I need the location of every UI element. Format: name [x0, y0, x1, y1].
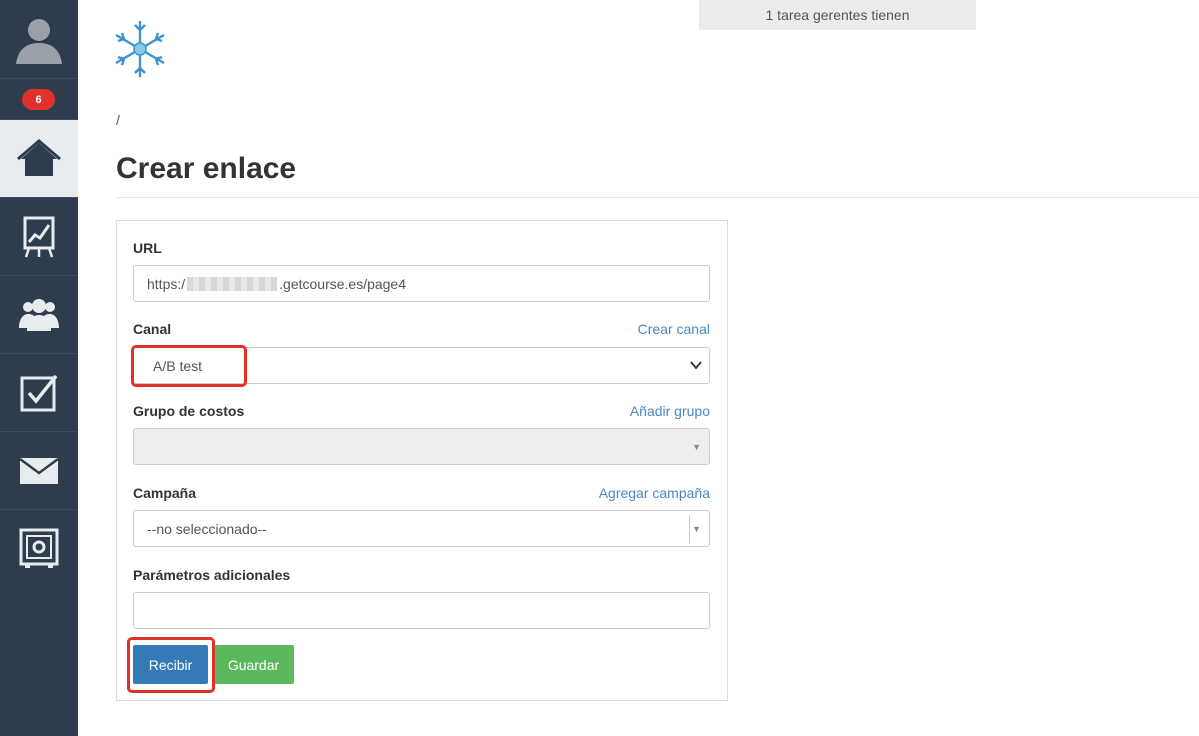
- checkbox-icon: [20, 374, 58, 411]
- breadcrumb[interactable]: /: [116, 112, 120, 128]
- home-icon: [17, 138, 61, 176]
- chart-board-icon: [23, 216, 55, 257]
- notifications[interactable]: 6: [0, 78, 78, 119]
- user-silhouette-icon: [16, 19, 62, 64]
- nav-users[interactable]: [0, 275, 78, 353]
- url-label: URL: [133, 240, 162, 256]
- caret-down-icon: ▼: [692, 523, 701, 534]
- nav-home[interactable]: [0, 119, 78, 197]
- crear-canal-link[interactable]: Crear canal: [638, 321, 710, 337]
- nav-messages[interactable]: [0, 431, 78, 509]
- mail-icon: [19, 457, 59, 484]
- url-prefix: https:/: [147, 275, 186, 292]
- snowflake-icon: [115, 21, 165, 77]
- safe-settings-icon: [19, 528, 59, 568]
- params-label: Parámetros adicionales: [133, 567, 291, 583]
- canal-highlight-box: [131, 345, 247, 387]
- caret-down-icon: ▼: [692, 441, 701, 452]
- snowflake-logo[interactable]: [112, 18, 168, 80]
- redacted-domain: [187, 276, 278, 291]
- campana-select[interactable]: --no seleccionado-- ▼: [133, 510, 710, 547]
- campana-label: Campaña: [133, 485, 197, 501]
- campana-selected-value: --no seleccionado--: [147, 520, 267, 537]
- guardar-button[interactable]: Guardar: [213, 645, 294, 684]
- url-input[interactable]: https:/ .getcourse.es/page4: [133, 265, 710, 302]
- grupo-select[interactable]: ▼: [133, 428, 710, 465]
- sidebar: 6: [0, 0, 78, 736]
- nav-tasks[interactable]: [0, 353, 78, 431]
- anadir-grupo-link[interactable]: Añadir grupo: [630, 403, 710, 419]
- canal-label: Canal: [133, 321, 172, 337]
- select-divider: [689, 515, 690, 543]
- params-input[interactable]: [133, 592, 710, 629]
- url-suffix: .getcourse.es/page4: [279, 275, 407, 292]
- users-icon: [19, 298, 59, 331]
- notification-badge[interactable]: 6: [22, 89, 55, 110]
- user-avatar[interactable]: [0, 0, 78, 78]
- chevron-down-icon: [690, 361, 702, 370]
- page-title: Crear enlace: [116, 152, 297, 185]
- nav-settings[interactable]: [0, 509, 78, 587]
- grupo-label: Grupo de costos: [133, 403, 245, 419]
- title-divider: [116, 197, 1199, 198]
- nav-reports[interactable]: [0, 197, 78, 275]
- agregar-campana-link[interactable]: Agregar campaña: [599, 485, 710, 501]
- manager-tasks-info[interactable]: 1 tarea gerentes tienen: [699, 0, 976, 30]
- recibir-highlight-box: [127, 637, 215, 693]
